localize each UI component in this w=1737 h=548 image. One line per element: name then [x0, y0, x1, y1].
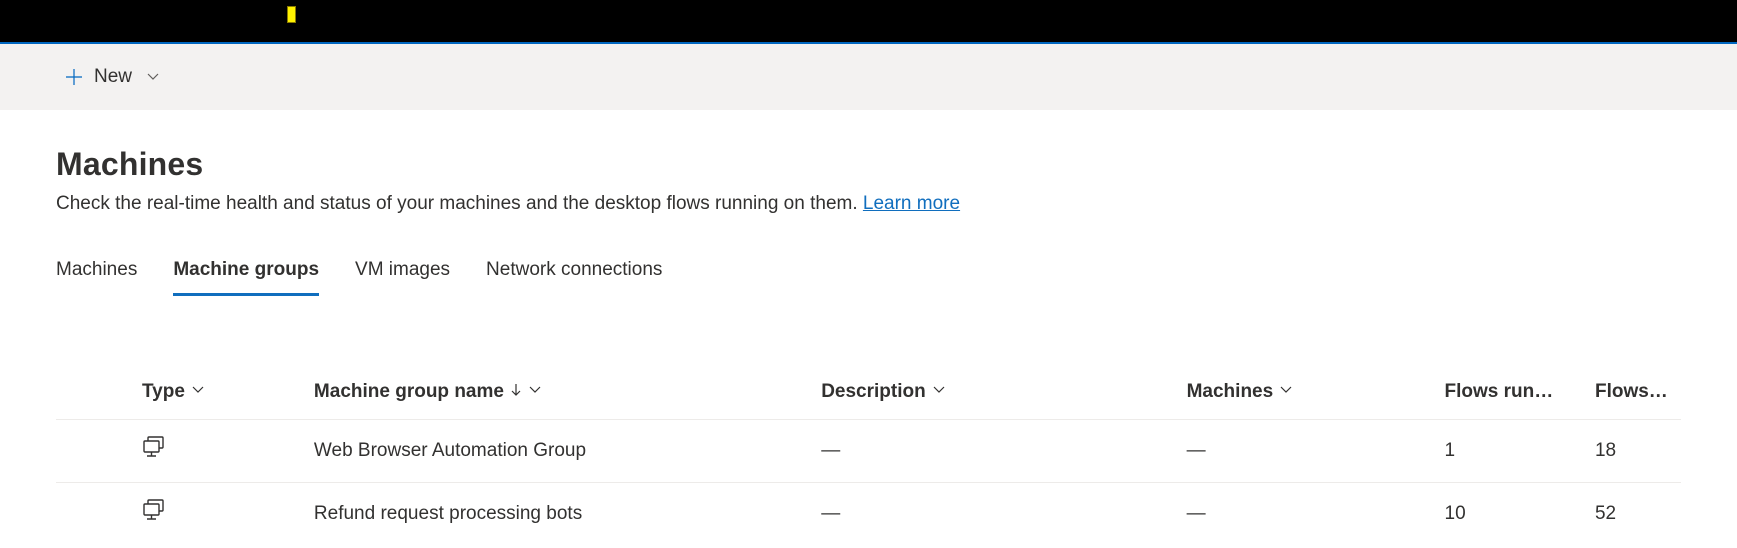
learn-more-link[interactable]: Learn more	[863, 193, 960, 214]
sort-down-icon	[510, 381, 522, 403]
chevron-down-icon	[1279, 381, 1293, 403]
tab-machine-groups[interactable]: Machine groups	[173, 251, 319, 296]
row-description: —	[821, 440, 840, 461]
col-header-flows-run[interactable]: Flows run…	[1445, 365, 1595, 420]
col-header-flows-queued[interactable]: Flows…	[1595, 365, 1681, 420]
row-flows-run: 10	[1445, 503, 1466, 524]
row-name: Refund request processing bots	[314, 503, 582, 524]
machine-group-icon	[142, 499, 168, 529]
machine-group-icon	[142, 436, 168, 466]
tabs: Machines Machine groups VM images Network c…	[56, 251, 1681, 293]
chevron-down-icon	[191, 381, 205, 403]
page-subtitle-text: Check the real-time health and status of…	[56, 193, 863, 214]
tab-network-connections[interactable]: Network connections	[486, 251, 662, 293]
text-caret-indicator	[287, 6, 296, 23]
col-header-name-label: Machine group name	[314, 381, 504, 403]
page-title: Machines	[56, 146, 1681, 183]
col-header-description-label: Description	[821, 381, 926, 403]
plus-icon	[64, 67, 84, 87]
window-titlebar	[0, 0, 1737, 42]
table-header-row: Type Machine group name Description Mach…	[56, 365, 1681, 420]
col-header-flows-queued-label: Flows…	[1595, 381, 1681, 403]
new-button[interactable]: New	[56, 57, 168, 97]
chevron-down-icon	[142, 70, 160, 84]
col-header-flows-run-label: Flows run…	[1445, 381, 1595, 403]
new-button-label: New	[94, 66, 132, 88]
col-header-description[interactable]: Description	[821, 365, 1186, 420]
row-flows-queued: 18	[1595, 440, 1616, 461]
row-name: Web Browser Automation Group	[314, 440, 586, 461]
row-flows-run: 1	[1445, 440, 1456, 461]
row-flows-queued: 52	[1595, 503, 1616, 524]
tab-machines[interactable]: Machines	[56, 251, 137, 293]
row-description: —	[821, 503, 840, 524]
chevron-down-icon	[932, 381, 946, 403]
command-bar: New	[0, 44, 1737, 110]
machine-groups-table: Type Machine group name Description Mach…	[56, 365, 1681, 545]
col-header-machines-label: Machines	[1187, 381, 1274, 403]
row-machines: —	[1187, 440, 1206, 461]
col-header-type-label: Type	[142, 381, 185, 403]
tab-vm-images[interactable]: VM images	[355, 251, 450, 293]
col-header-machines[interactable]: Machines	[1187, 365, 1445, 420]
row-machines: —	[1187, 503, 1206, 524]
page-subtitle: Check the real-time health and status of…	[56, 193, 1681, 215]
col-header-type[interactable]: Type	[142, 365, 314, 420]
col-header-name[interactable]: Machine group name	[314, 365, 821, 420]
chevron-down-icon	[528, 381, 542, 403]
table-row[interactable]: Web Browser Automation Group — — 1 18	[56, 420, 1681, 483]
table-row[interactable]: Refund request processing bots — — 10 52	[56, 483, 1681, 546]
